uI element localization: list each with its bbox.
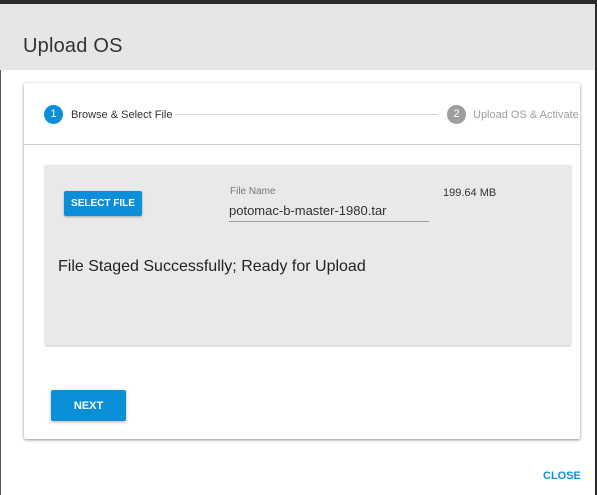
step-1-label: Browse & Select File — [71, 109, 173, 121]
dialog-title: Upload OS — [23, 35, 123, 57]
dialog-header: Upload OS — [0, 0, 595, 70]
step-1-number: 1 — [44, 105, 63, 124]
select-file-button[interactable]: SELECT FILE — [64, 191, 142, 216]
file-select-panel: SELECT FILE File Name 199.64 MB File Sta… — [45, 165, 571, 345]
file-name-label: File Name — [230, 186, 276, 197]
step-2-label: Upload OS & Activate — [473, 109, 579, 121]
file-size: 199.64 MB — [443, 187, 497, 199]
status-message: File Staged Successfully; Ready for Uplo… — [58, 258, 366, 275]
file-name-field[interactable] — [229, 199, 429, 222]
window-left-edge — [0, 0, 1, 495]
upload-card: 1 Browse & Select File 2 Upload OS & Act… — [24, 83, 580, 439]
close-button[interactable]: CLOSE — [543, 470, 581, 482]
step-2-number: 2 — [447, 105, 466, 124]
stepper-connector — [175, 114, 438, 115]
stepper: 1 Browse & Select File 2 Upload OS & Act… — [24, 83, 580, 145]
next-button[interactable]: NEXT — [51, 390, 126, 421]
